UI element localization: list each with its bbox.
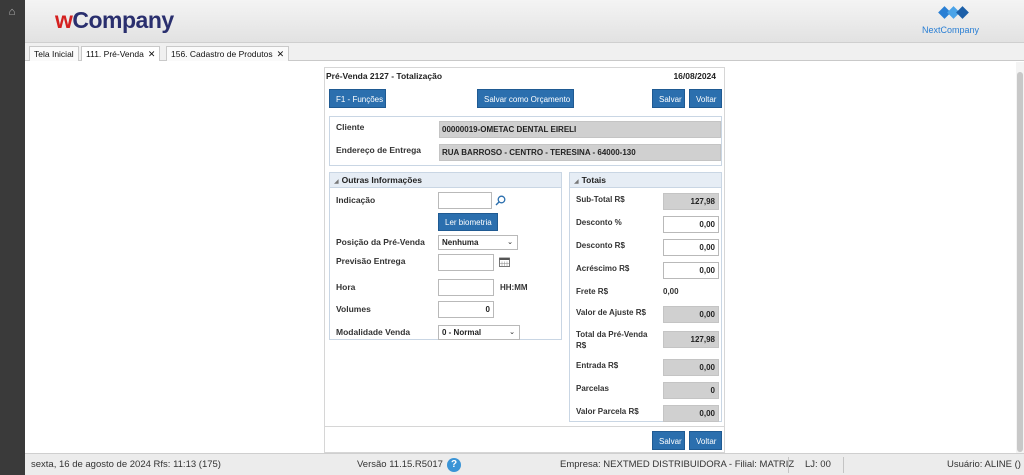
- parcelas-label: Parcelas: [576, 384, 609, 393]
- panel-title: Pré-Venda 2127 - Totalização: [326, 71, 443, 81]
- wcompany-logo: wCompany: [55, 7, 174, 33]
- cliente-box: Cliente 00000019-OMETAC DENTAL EIRELI En…: [329, 116, 722, 166]
- subtotal-field: 127,98: [663, 193, 719, 210]
- ler-biometria-button[interactable]: Ler biometria: [438, 213, 498, 231]
- totalizacao-panel: Pré-Venda 2127 - Totalização 16/08/2024 …: [324, 67, 725, 453]
- hora-label: Hora: [336, 282, 356, 292]
- tab-cadastro-produtos[interactable]: 156. Cadastro de Produtos ✕: [166, 46, 290, 61]
- tab-tela-inicial[interactable]: Tela Inicial: [29, 46, 79, 61]
- parcelas-field: 0: [663, 382, 719, 399]
- total-label-line2: R$: [576, 341, 587, 350]
- salvar-button-bottom[interactable]: Salvar: [652, 431, 685, 450]
- total-label-line1: Total da Pré-Venda: [576, 330, 648, 339]
- indicacao-input[interactable]: [438, 192, 492, 209]
- frete-label: Frete R$: [576, 287, 609, 296]
- status-separator: [788, 457, 789, 473]
- total-field: 127,98: [663, 331, 719, 348]
- acrescimo-input[interactable]: 0,00: [663, 262, 719, 279]
- status-lj: LJ: 00: [805, 459, 831, 470]
- desconto-pct-input[interactable]: 0,00: [663, 216, 719, 233]
- status-separator: [843, 457, 844, 473]
- subtotal-label: Sub-Total R$: [576, 195, 625, 204]
- volumes-label: Volumes: [336, 304, 371, 314]
- close-icon[interactable]: ✕: [277, 49, 285, 59]
- cliente-label: Cliente: [336, 122, 365, 132]
- frete-value: 0,00: [663, 287, 679, 296]
- modalidade-label: Modalidade Venda: [336, 327, 411, 337]
- salvar-button[interactable]: Salvar: [652, 89, 685, 108]
- panel-date: 16/08/2024: [673, 71, 716, 81]
- close-icon[interactable]: ✕: [148, 49, 156, 59]
- status-empresa: Empresa: NEXTMED DISTRIBUIDORA - Filial:…: [560, 459, 795, 470]
- status-bar: sexta, 16 de agosto de 2024 Rfs: 11:13 (…: [25, 453, 1024, 475]
- tab-bar: Tela Inicial 111. Pré-Venda ✕ 156. Cadast…: [25, 43, 1024, 61]
- salvar-orcamento-button[interactable]: Salvar como Orçamento: [477, 89, 574, 108]
- chevron-down-icon: ⌄: [507, 239, 513, 246]
- status-date: sexta, 16 de agosto de 2024 Rfs: 11:13 (…: [31, 459, 221, 470]
- entrada-field: 0,00: [663, 359, 719, 376]
- desconto-rs-input[interactable]: 0,00: [663, 239, 719, 256]
- calendar-icon[interactable]: [499, 257, 510, 267]
- entrada-label: Entrada R$: [576, 361, 619, 370]
- status-usuario: Usuário: ALINE (): [947, 459, 1021, 470]
- ajuste-field: 0,00: [663, 306, 719, 323]
- help-icon[interactable]: ?: [447, 458, 461, 472]
- desconto-pct-label: Desconto %: [576, 218, 622, 227]
- footer-divider: [325, 426, 724, 427]
- chevron-down-icon: ⌄: [509, 329, 515, 336]
- scrollbar[interactable]: [1016, 62, 1024, 453]
- home-icon[interactable]: ⌂: [6, 6, 18, 18]
- hora-hint: HH:MM: [500, 283, 528, 292]
- funcoes-button[interactable]: F1 - Funções: [329, 89, 386, 108]
- acrescimo-label: Acréscimo R$: [576, 264, 630, 273]
- nextcompany-logo: NextCompany: [922, 4, 984, 38]
- status-version: Versão 11.15.R5017: [357, 459, 443, 470]
- endereco-label: Endereço de Entrega: [336, 145, 422, 155]
- desconto-rs-label: Desconto R$: [576, 241, 625, 250]
- indicacao-label: Indicação: [336, 195, 376, 205]
- nextcompany-diamonds-icon: [938, 5, 974, 21]
- valor-parcela-field: 0,00: [663, 405, 719, 422]
- endereco-field: RUA BARROSO - CENTRO - TERESINA - 64000-…: [439, 144, 721, 161]
- outras-informacoes-header[interactable]: ◢ Outras Informações: [330, 173, 561, 188]
- collapse-icon[interactable]: ◢: [574, 179, 579, 185]
- scrollbar-thumb[interactable]: [1017, 72, 1023, 452]
- previsao-label: Previsão Entrega: [336, 256, 406, 266]
- tab-pre-venda[interactable]: 111. Pré-Venda ✕: [81, 46, 161, 61]
- totais-header[interactable]: ◢ Totais: [570, 173, 721, 188]
- modalidade-select[interactable]: 0 - Normal ⌄: [438, 325, 520, 340]
- volumes-input[interactable]: 0: [438, 301, 494, 318]
- totais-box: ◢ Totais Sub-Total R$ 127,98 Desconto % 0…: [569, 172, 722, 422]
- hora-input[interactable]: [438, 279, 494, 296]
- previsao-input[interactable]: [438, 254, 494, 271]
- left-rail: ⌂: [0, 0, 25, 475]
- cliente-field: 00000019-OMETAC DENTAL EIRELI: [439, 121, 721, 138]
- voltar-button-bottom[interactable]: Voltar: [689, 431, 722, 450]
- collapse-icon[interactable]: ◢: [334, 179, 339, 185]
- voltar-button[interactable]: Voltar: [689, 89, 722, 108]
- posicao-label: Posição da Pré-Venda: [336, 237, 425, 247]
- top-header: wCompany NextCompany: [25, 0, 1024, 43]
- posicao-select[interactable]: Nenhuma ⌄: [438, 235, 518, 250]
- valor-parcela-label: Valor Parcela R$: [576, 407, 639, 416]
- search-icon[interactable]: [495, 195, 506, 206]
- outras-informacoes-box: ◢ Outras Informações Indicação Ler biomet…: [329, 172, 562, 340]
- ajuste-label: Valor de Ajuste R$: [576, 308, 646, 317]
